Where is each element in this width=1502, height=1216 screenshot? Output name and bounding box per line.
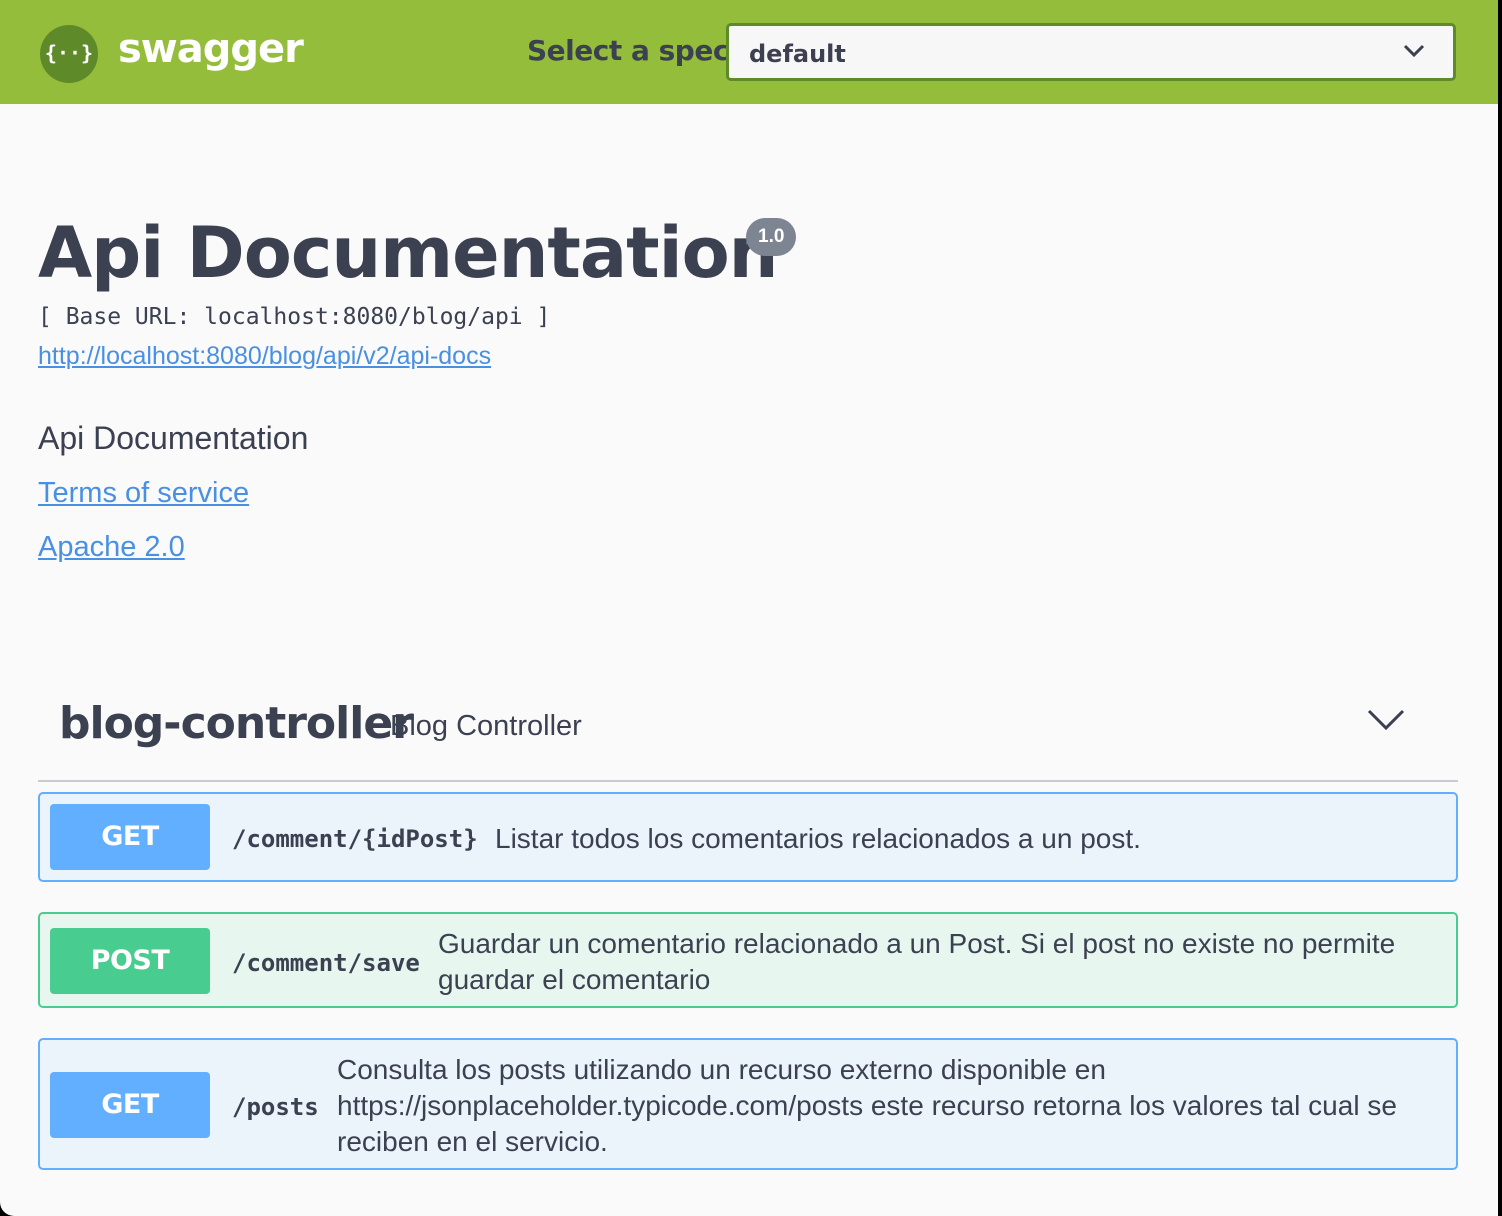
method-badge-post: POST: [50, 928, 210, 994]
spec-select[interactable]: default: [726, 23, 1456, 81]
operation-path: /posts: [232, 1093, 319, 1121]
api-docs-link[interactable]: http://localhost:8080/blog/api/v2/api-do…: [38, 342, 491, 371]
swagger-ui-page: {··} swagger Select a spec default Api D…: [0, 0, 1498, 1216]
method-badge-get: GET: [50, 804, 210, 870]
operation-path: /comment/save: [232, 949, 420, 977]
topbar: {··} swagger Select a spec default: [0, 0, 1498, 104]
terms-of-service-link[interactable]: Terms of service: [38, 477, 249, 510]
operation-summary: Consulta los posts utilizando un recurso…: [337, 1054, 1397, 1157]
api-title: Api Documentation: [38, 212, 778, 294]
api-description: Api Documentation: [38, 420, 309, 456]
tag-name: blog-controller: [59, 698, 414, 749]
operation-get-posts[interactable]: GET /posts Consulta los posts utilizando…: [38, 1038, 1458, 1170]
brand-name[interactable]: swagger: [118, 26, 304, 72]
version-badge: 1.0: [746, 218, 797, 256]
logo-glyph: {··}: [44, 41, 94, 65]
tag-description: Blog Controller: [390, 710, 582, 742]
method-badge-get: GET: [50, 1072, 210, 1138]
operation-post-comment-save[interactable]: POST /comment/save Guardar un comentario…: [38, 912, 1458, 1008]
operation-get-comment-idpost[interactable]: GET /comment/{idPost} Listar todos los c…: [38, 792, 1458, 882]
chevron-down-icon: [1403, 44, 1425, 58]
swagger-logo-icon[interactable]: {··}: [40, 25, 98, 83]
collapse-chevron-icon[interactable]: [1366, 708, 1406, 732]
base-url: [ Base URL: localhost:8080/blog/api ]: [38, 304, 551, 330]
operation-path: /comment/{idPost}: [232, 825, 478, 853]
select-spec-label: Select a spec: [527, 34, 729, 67]
license-link[interactable]: Apache 2.0: [38, 531, 185, 564]
spec-select-value: default: [749, 40, 846, 68]
tag-header-blog-controller[interactable]: blog-controller Blog Controller: [38, 690, 1458, 782]
operation-summary: Guardar un comentario relacionado a un P…: [438, 928, 1396, 995]
operation-summary: Listar todos los comentarios relacionado…: [495, 823, 1141, 854]
